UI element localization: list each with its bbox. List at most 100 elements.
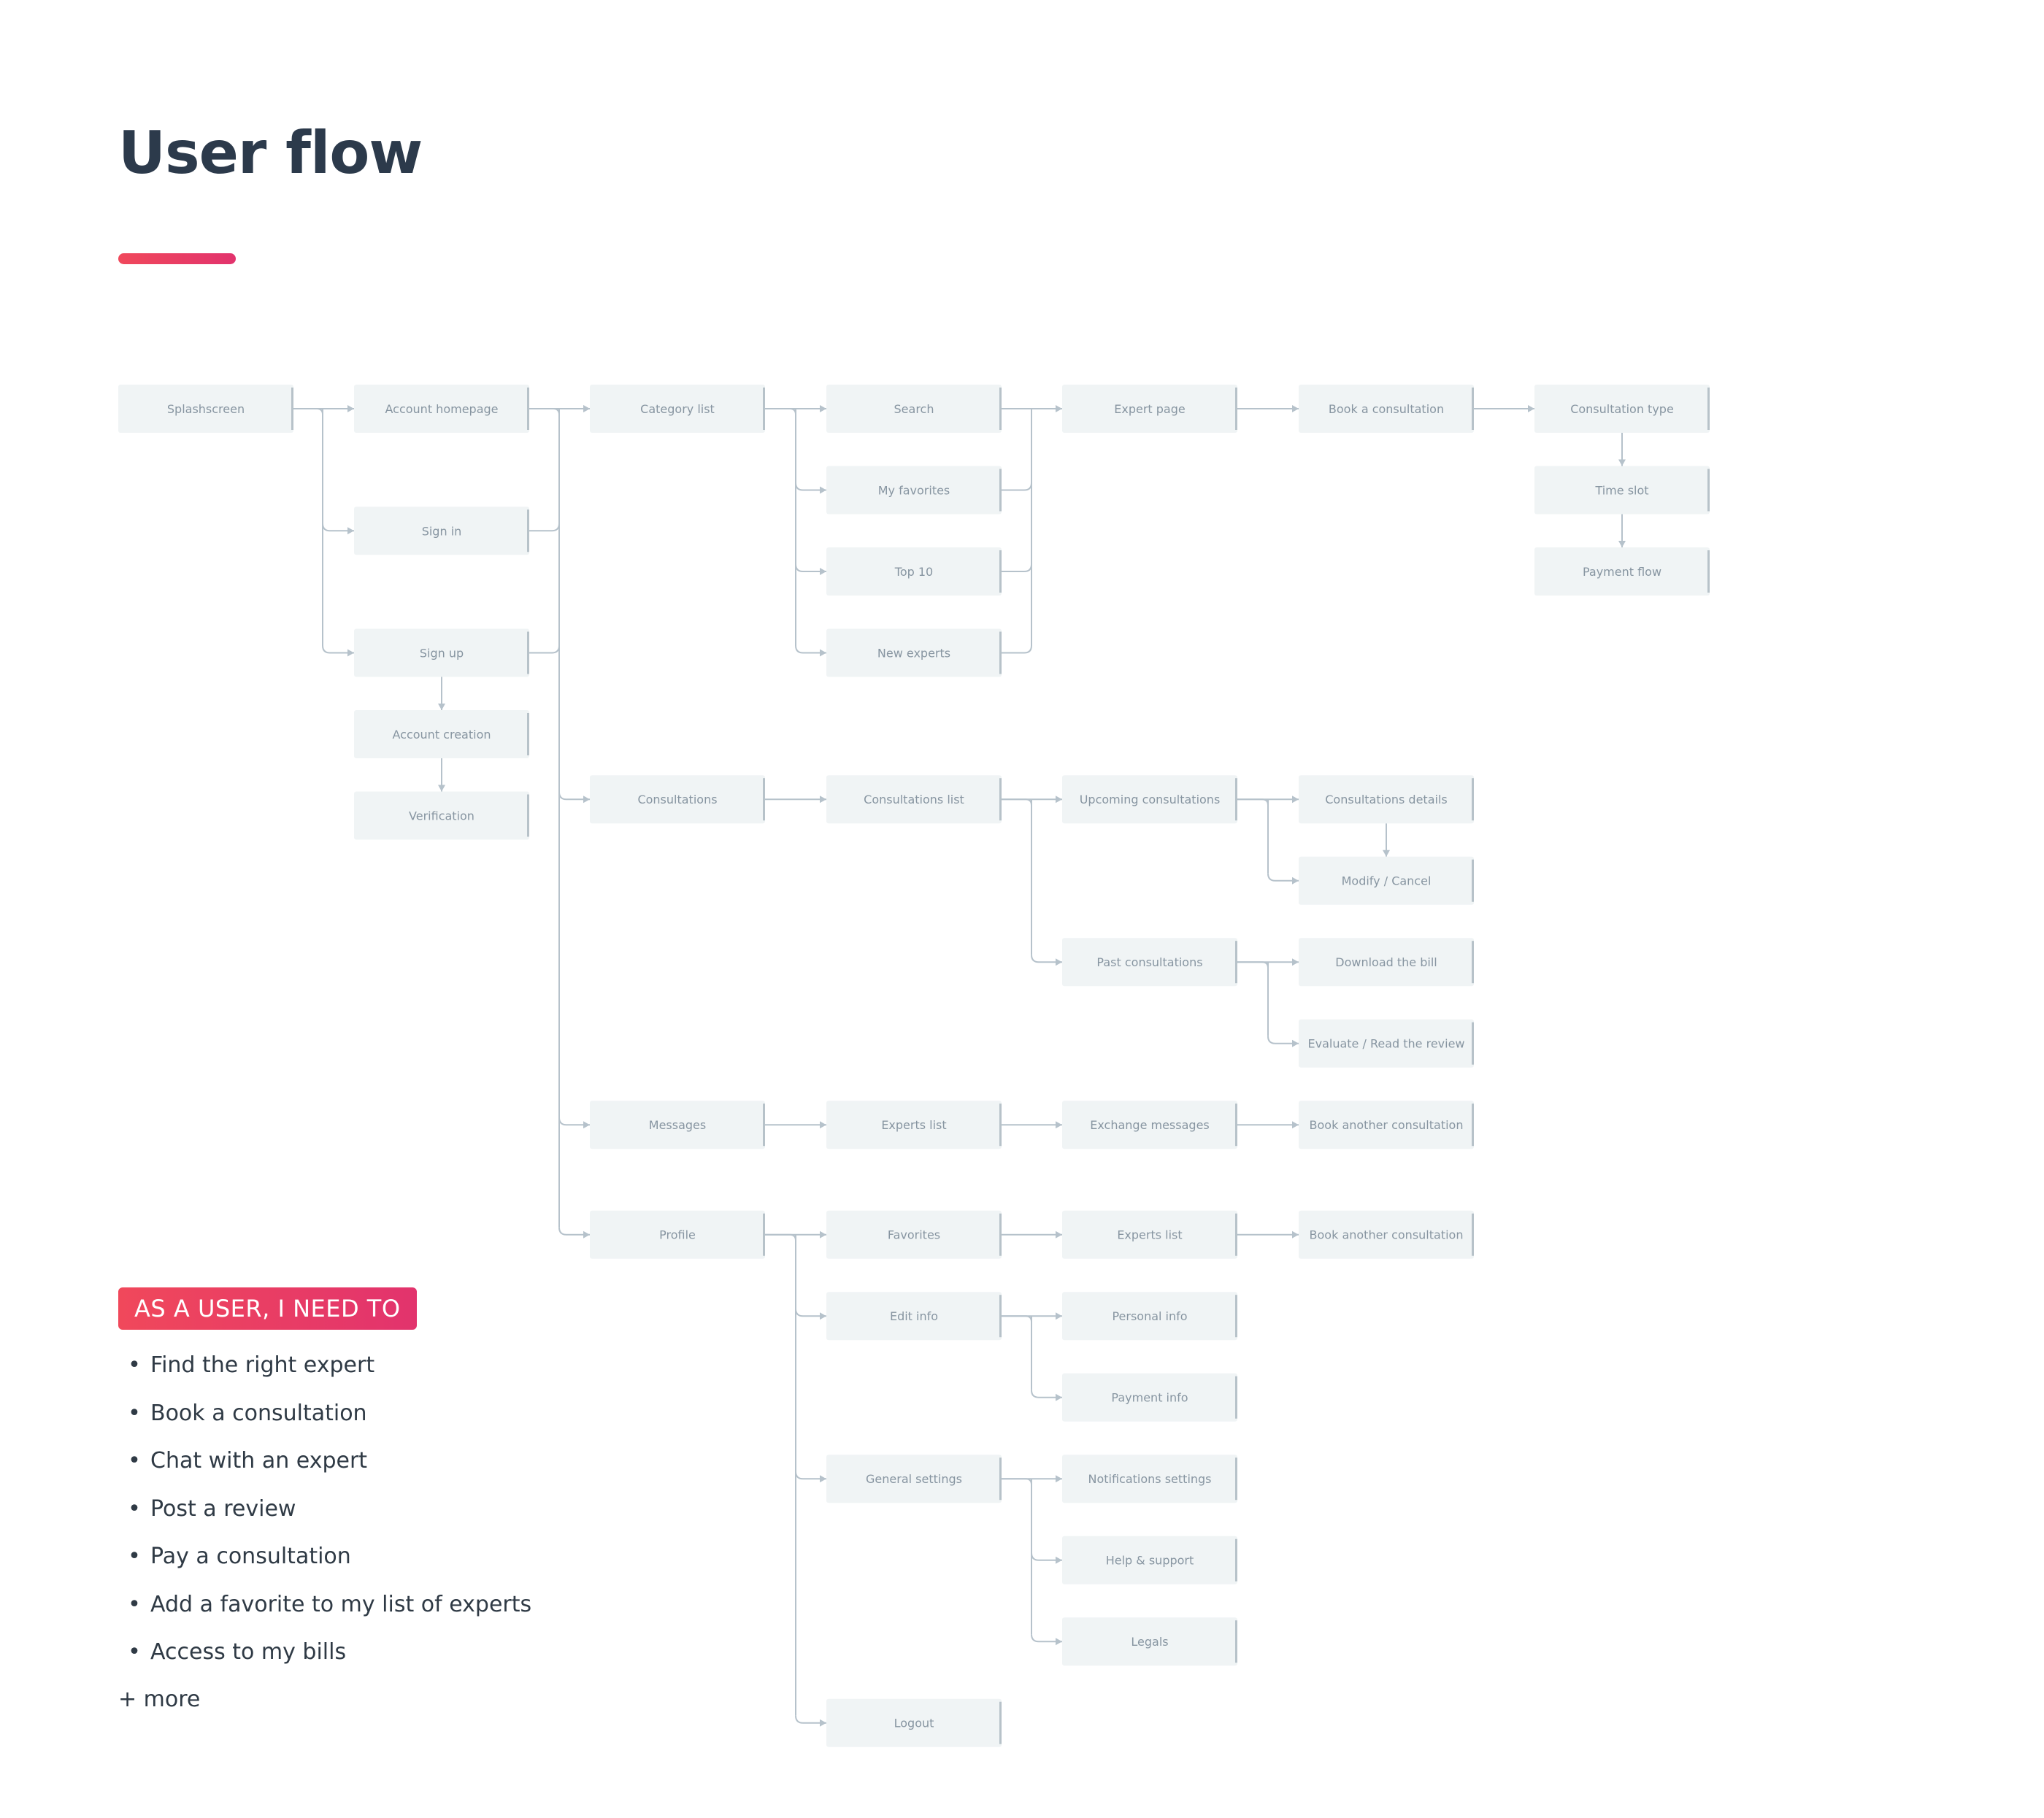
flow-node-edge-marker [291, 388, 293, 430]
flow-node-edge-marker [1235, 1213, 1237, 1256]
arrow-head [1528, 405, 1534, 412]
flow-node-search: Search [826, 385, 1002, 433]
flow-connector [293, 408, 323, 415]
flow-connector [765, 408, 796, 415]
flow-node-account-creation: Account creation [354, 710, 529, 758]
flow-node-label: Upcoming consultations [1080, 793, 1221, 806]
flow-node-label: Payment flow [1583, 565, 1661, 579]
flow-node-edge-marker [999, 469, 1002, 512]
flow-node-label: Evaluate / Read the review [1308, 1037, 1465, 1051]
flow-node-label: Modify / Cancel [1342, 874, 1432, 888]
arrow-head [1292, 1230, 1299, 1239]
arrow-head [1383, 850, 1390, 857]
flow-node-book-another-2: Book another consultation [1299, 1210, 1474, 1259]
flow-node-edge-marker [763, 388, 765, 430]
flow-node-label: Consultations [637, 793, 717, 806]
flow-node-evaluate: Evaluate / Read the review [1299, 1019, 1474, 1068]
user-need-text: Post a review [150, 1495, 296, 1522]
flow-node-edge-marker [999, 1701, 1002, 1744]
flow-node-edge-marker [1472, 1213, 1474, 1256]
arrow-head [1056, 1312, 1062, 1320]
flow-node-upcoming: Upcoming consultations [1062, 775, 1237, 824]
arrow-head [1056, 405, 1062, 412]
flow-node-edge-marker [1472, 1022, 1474, 1065]
flow-node-edge-marker [527, 388, 529, 430]
flow-connector [529, 645, 560, 654]
arrow-head [1056, 1393, 1062, 1401]
flow-node-label: Account creation [392, 728, 491, 742]
arrow-head [583, 796, 590, 804]
flow-node-edge-marker [763, 1103, 765, 1147]
flow-node-edge-marker [1235, 1103, 1237, 1147]
flow-node-label: Consultation type [1570, 402, 1674, 416]
flow-node-sign-in: Sign in [354, 507, 529, 555]
flow-node-consult-list: Consultations list [826, 775, 1002, 824]
user-need-item: • Chat with an expert [118, 1437, 531, 1485]
flow-node-label: Logout [894, 1717, 934, 1730]
arrow-head [1292, 796, 1299, 804]
flow-node-label: Messages [649, 1118, 706, 1132]
flow-node-edge-marker [763, 1213, 765, 1256]
flow-node-experts-list-msg: Experts list [826, 1101, 1002, 1149]
flow-connector [1002, 798, 1032, 806]
flow-node-account-home: Account homepage [354, 385, 529, 433]
arrow-head [820, 405, 826, 412]
flow-connector [529, 523, 560, 532]
flow-node-edge-marker [1235, 1376, 1237, 1419]
arrow-head [1292, 1039, 1299, 1047]
flow-node-download-bill: Download the bill [1299, 938, 1474, 987]
flow-node-edge-marker [1472, 941, 1474, 984]
flow-node-profile: Profile [590, 1210, 765, 1259]
flow-node-expert-page: Expert page [1062, 385, 1237, 433]
flow-node-sign-up: Sign up [354, 628, 529, 677]
flow-node-edge-marker [999, 631, 1002, 674]
flow-node-label: Account homepage [385, 402, 498, 416]
user-need-item: • Access to my bills [118, 1628, 531, 1676]
flow-node-edge-marker [527, 509, 529, 552]
flow-node-category-list: Category list [590, 385, 765, 433]
flow-node-book-consult: Book a consultation [1299, 385, 1474, 433]
flow-node-favorites: Favorites [826, 1210, 1002, 1259]
flow-node-label: Help & support [1106, 1554, 1194, 1568]
flow-node-edge-marker [999, 388, 1002, 430]
flow-node-edge-marker [1472, 778, 1474, 821]
flow-node-edge-marker [527, 631, 529, 674]
flow-node-edge-marker [1235, 1620, 1237, 1663]
arrow-head [1618, 459, 1626, 466]
arrow-head [1056, 796, 1062, 804]
flow-node-label: Search [894, 402, 934, 416]
flow-node-edge-marker [527, 713, 529, 755]
arrow-head [1292, 405, 1299, 412]
flow-node-edge-marker [1472, 388, 1474, 430]
flow-node-label: Experts list [881, 1118, 946, 1132]
flow-node-edge-marker [1235, 941, 1237, 984]
flow-node-edge-marker [1707, 550, 1710, 593]
arrow-head [1056, 1230, 1062, 1239]
arrow-head [583, 1121, 590, 1129]
flow-node-label: My favorites [878, 484, 950, 498]
flow-node-label: Consultations details [1325, 793, 1447, 806]
flow-node-top10: Top 10 [826, 547, 1002, 596]
flow-node-edge-marker [1235, 1538, 1237, 1582]
user-needs-list: • Find the right expert • Book a consultati… [118, 1341, 531, 1676]
bullet-icon: • [128, 1544, 141, 1569]
flow-node-edge-marker [527, 794, 529, 837]
flow-node-exchange-msgs: Exchange messages [1062, 1101, 1237, 1149]
flow-connector [529, 408, 560, 415]
arrow-head [347, 405, 354, 412]
flow-node-edge-marker [763, 778, 765, 821]
flow-node-label: Legals [1131, 1635, 1168, 1649]
user-need-text: Pay a consultation [150, 1544, 351, 1569]
user-need-text: Book a consultation [150, 1400, 367, 1426]
flow-node-consult-type: Consultation type [1534, 385, 1710, 433]
flow-node-past: Past consultations [1062, 938, 1237, 987]
arrow-head [1056, 1475, 1062, 1483]
user-need-item: • Post a review [118, 1485, 531, 1533]
user-need-item: • Add a favorite to my list of experts [118, 1581, 531, 1629]
flow-connector [1002, 1478, 1032, 1485]
flow-node-label: Personal info [1112, 1309, 1187, 1323]
flow-node-label: Book another consultation [1310, 1118, 1464, 1132]
bullet-icon: • [128, 1495, 141, 1522]
more-link[interactable]: + more [118, 1676, 200, 1723]
flow-node-edge-marker [999, 1457, 1002, 1501]
